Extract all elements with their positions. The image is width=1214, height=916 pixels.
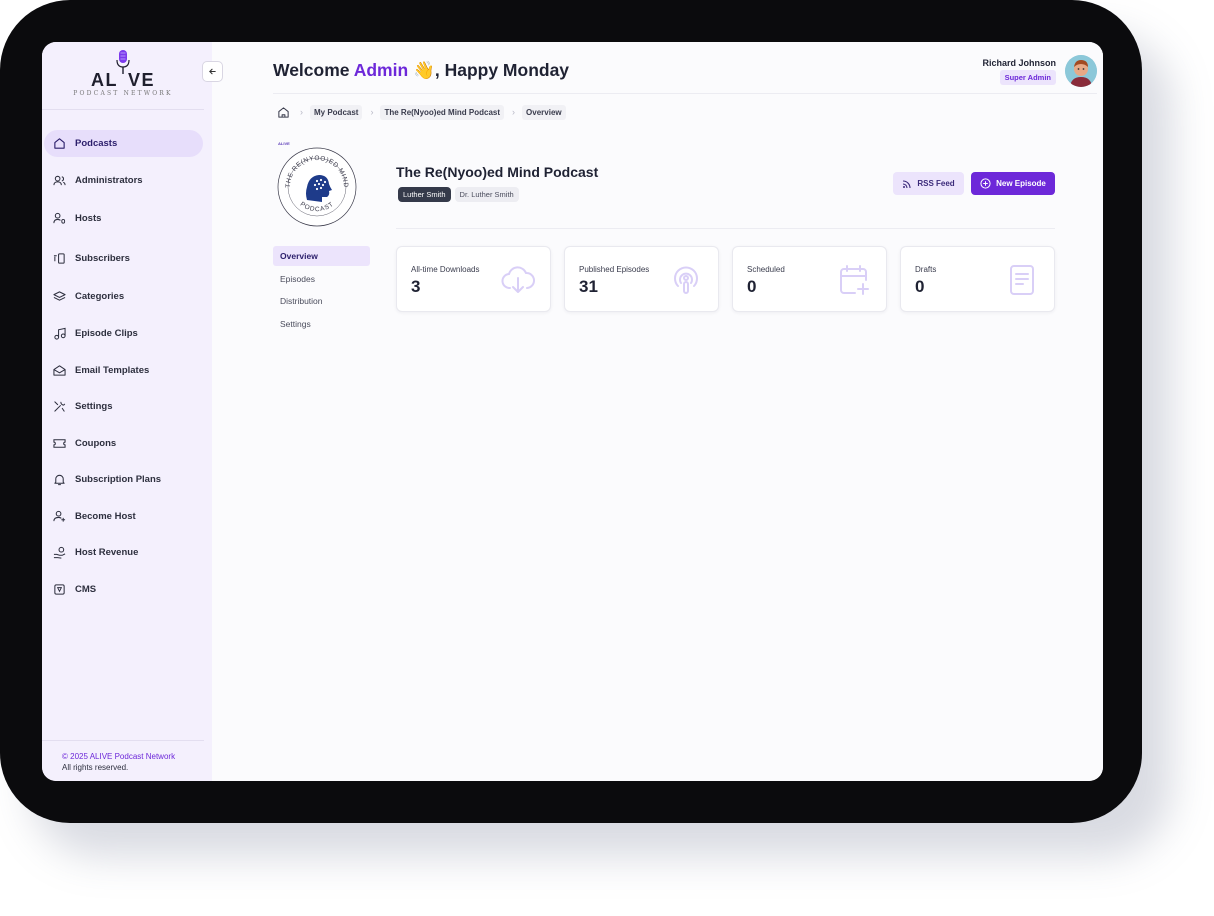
podcast-title: The Re(Nyoo)ed Mind Podcast bbox=[396, 164, 599, 180]
sidebar-item-label: Administrators bbox=[75, 175, 143, 186]
cloud-download-icon bbox=[500, 262, 536, 298]
sidebar-item-become-host[interactable]: Become Host bbox=[44, 503, 203, 530]
document-icon bbox=[1004, 262, 1040, 298]
subscriber-icon bbox=[53, 252, 66, 265]
page-title: Welcome Admin 👋, Happy Monday bbox=[273, 60, 570, 80]
brand-wordmark: AL VE bbox=[90, 70, 155, 90]
section-divider bbox=[396, 228, 1055, 229]
rss-icon bbox=[903, 179, 911, 188]
rights-text: All rights reserved. bbox=[62, 763, 129, 772]
stat-card-published: Published Episodes 31 bbox=[564, 246, 719, 312]
stat-card-drafts: Drafts 0 bbox=[900, 246, 1055, 312]
sidebar-item-label: CMS bbox=[75, 584, 97, 595]
sidebar-item-episode-clips[interactable]: Episode Clips bbox=[44, 320, 203, 347]
tools-icon bbox=[53, 400, 66, 413]
music-note-icon bbox=[53, 327, 66, 340]
host-tag: Luther Smith bbox=[398, 187, 451, 202]
sidebar-item-label: Settings bbox=[75, 401, 113, 412]
user-name[interactable]: Richard Johnson bbox=[982, 58, 1056, 68]
cms-icon bbox=[53, 583, 66, 596]
sidebar-item-hosts[interactable]: Hosts bbox=[44, 205, 203, 232]
sidebar-item-label: Host Revenue bbox=[75, 547, 139, 558]
hand-coins-icon bbox=[53, 546, 66, 559]
sidebar-item-label: Coupons bbox=[75, 438, 117, 449]
breadcrumb: › My Podcast › The Re(Nyoo)ed Mind Podca… bbox=[275, 104, 574, 120]
sidebar-item-email-templates[interactable]: Email Templates bbox=[44, 357, 203, 384]
copyright-text: © 2025 ALIVE Podcast Network bbox=[62, 752, 176, 761]
stat-label: Drafts bbox=[915, 265, 937, 274]
stat-card-scheduled: Scheduled 0 bbox=[732, 246, 887, 312]
stat-label: Scheduled bbox=[747, 265, 785, 274]
sidebar-item-subscribers[interactable]: Subscribers bbox=[44, 245, 203, 272]
stat-label: Published Episodes bbox=[579, 265, 650, 274]
stat-label: All-time Downloads bbox=[411, 265, 480, 274]
layers-icon bbox=[53, 290, 66, 303]
rss-feed-button[interactable]: RSS Feed bbox=[893, 172, 964, 195]
mail-icon bbox=[53, 364, 66, 377]
sidebar-item-administrators[interactable]: Administrators bbox=[44, 167, 203, 194]
collapse-sidebar-button[interactable] bbox=[202, 61, 223, 82]
sidebar-item-label: Episode Clips bbox=[75, 328, 138, 339]
new-episode-button[interactable]: New Episode bbox=[971, 172, 1055, 195]
arrow-left-icon bbox=[209, 68, 216, 75]
cover-brand-text: ALIVE bbox=[278, 141, 290, 146]
main-content: Welcome Admin 👋, Happy Monday Richard Jo… bbox=[212, 42, 1103, 781]
sidebar-item-coupons[interactable]: Coupons bbox=[44, 430, 203, 457]
brand-logo[interactable]: AL VE PODCAST NETWORK bbox=[42, 42, 204, 110]
role-badge: Super Admin bbox=[999, 70, 1056, 85]
chevron-right-icon: › bbox=[300, 107, 303, 117]
sidebar-item-categories[interactable]: Categories bbox=[44, 283, 203, 310]
tablet-frame: AL VE PODCAST NETWORK Podcasts Administra… bbox=[0, 0, 1142, 823]
avatar-image bbox=[1065, 55, 1097, 87]
chevron-right-icon: › bbox=[512, 107, 516, 117]
sidebar-item-label: Categories bbox=[75, 291, 125, 302]
sidebar-item-host-revenue[interactable]: Host Revenue bbox=[44, 539, 203, 566]
home-icon[interactable] bbox=[275, 104, 291, 120]
chevron-right-icon: › bbox=[370, 107, 374, 117]
sidebar-item-subscription-plans[interactable]: Subscription Plans bbox=[44, 466, 203, 493]
breadcrumb-item[interactable]: My Podcast bbox=[310, 104, 363, 120]
host-tag: Dr. Luther Smith bbox=[454, 187, 519, 202]
sidebar-item-label: Subscription Plans bbox=[75, 474, 162, 485]
wave-emoji: 👋 bbox=[413, 60, 435, 80]
users-icon bbox=[53, 174, 66, 187]
bell-icon bbox=[53, 473, 66, 486]
stat-card-downloads: All-time Downloads 3 bbox=[396, 246, 551, 312]
sidebar-item-settings[interactable]: Settings bbox=[44, 393, 203, 420]
breadcrumb-item: Overview bbox=[522, 104, 566, 120]
sidebar: AL VE PODCAST NETWORK Podcasts Administra… bbox=[42, 42, 223, 781]
sidebar-item-label: Subscribers bbox=[75, 253, 130, 264]
user-mic-icon bbox=[53, 212, 66, 225]
sidebar-item-label: Hosts bbox=[75, 213, 102, 224]
brand-subtitle: PODCAST NETWORK bbox=[73, 90, 173, 97]
stat-value: 0 bbox=[747, 277, 757, 296]
home-icon bbox=[53, 137, 66, 150]
tab-distribution[interactable]: Distribution bbox=[273, 291, 370, 311]
avatar[interactable] bbox=[1065, 55, 1097, 87]
calendar-plus-icon bbox=[836, 262, 872, 298]
tab-settings[interactable]: Settings bbox=[273, 314, 370, 334]
ticket-icon bbox=[53, 437, 66, 450]
stat-value: 31 bbox=[579, 277, 598, 296]
stat-value: 0 bbox=[915, 277, 925, 296]
tab-overview[interactable]: Overview bbox=[273, 246, 370, 266]
user-plus-icon bbox=[53, 510, 66, 523]
podcast-icon bbox=[668, 262, 704, 298]
plus-circle-icon bbox=[980, 178, 991, 189]
sidebar-item-label: Podcasts bbox=[75, 138, 118, 149]
app-screen: AL VE PODCAST NETWORK Podcasts Administra… bbox=[42, 42, 1103, 781]
sidebar-item-podcasts[interactable]: Podcasts bbox=[44, 130, 203, 157]
sidebar-item-label: Become Host bbox=[75, 511, 136, 522]
tab-episodes[interactable]: Episodes bbox=[273, 269, 370, 289]
stat-value: 3 bbox=[411, 277, 421, 296]
breadcrumb-item[interactable]: The Re(Nyoo)ed Mind Podcast bbox=[380, 104, 505, 120]
sidebar-footer: © 2025 ALIVE Podcast Network All rights … bbox=[42, 740, 204, 773]
podcast-sub-nav: Overview Episodes Distribution Settings bbox=[273, 246, 370, 336]
header-divider bbox=[273, 93, 1097, 94]
host-tags: Luther Smith Dr. Luther Smith bbox=[398, 187, 519, 202]
sidebar-item-label: Email Templates bbox=[75, 365, 150, 376]
podcast-cover: ALIVE THE RE(NYOO)ED MIND PODCAST bbox=[277, 137, 357, 227]
sidebar-item-cms[interactable]: CMS bbox=[44, 576, 203, 603]
